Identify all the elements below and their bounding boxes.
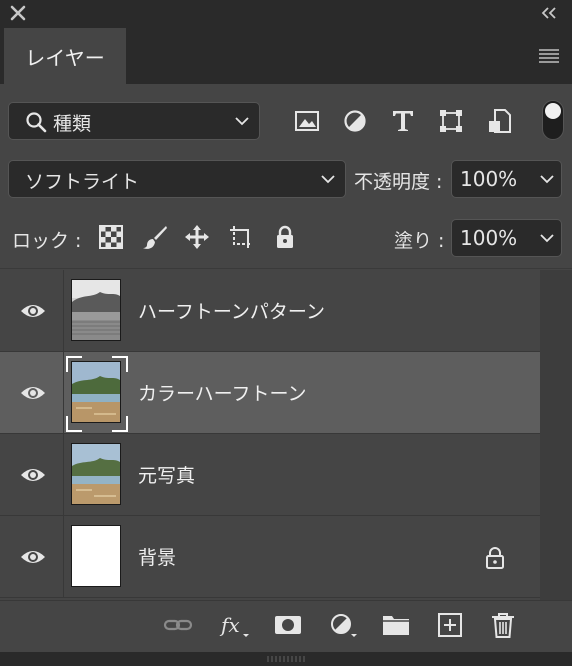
resize-grip-icon[interactable] [266, 655, 306, 663]
link-layers-icon[interactable] [163, 612, 193, 638]
layer-name[interactable]: カラーハーフトーン [138, 379, 307, 406]
filter-toggle-knob [545, 103, 561, 119]
panel-menu-icon[interactable] [538, 48, 560, 64]
group-folder-icon[interactable] [381, 612, 411, 638]
visibility-cell[interactable] [0, 352, 64, 433]
selection-corner [66, 416, 82, 432]
layer-name[interactable]: 背景 [138, 543, 176, 570]
layer-row[interactable]: 元写真 [0, 434, 540, 516]
eye-icon[interactable] [20, 465, 46, 485]
search-icon [26, 112, 47, 133]
chevron-down-icon [540, 175, 554, 184]
adjustment-layer-icon[interactable] [329, 612, 359, 638]
layer-row[interactable]: ハーフトーンパターン [0, 270, 540, 352]
filter-kind-select[interactable]: 種類 [8, 102, 260, 140]
adjustment-filter-icon[interactable] [342, 108, 368, 134]
visibility-cell[interactable] [0, 270, 64, 351]
visibility-cell[interactable] [0, 516, 64, 597]
lock-label: ロック : [12, 230, 82, 252]
layers-panel: レイヤー 種類 ソフトライト 不透明度: 100% ロック: 塗り: 10… [0, 0, 572, 666]
filter-kind-label: 種類 [53, 113, 92, 135]
blend-mode-label: ソフトライト [25, 171, 140, 193]
mask-icon[interactable] [273, 612, 303, 638]
layer-thumbnail [71, 525, 121, 587]
opacity-dropdown-button[interactable] [532, 160, 562, 198]
lock-all-icon[interactable] [272, 224, 298, 250]
layer-name[interactable]: 元写真 [138, 461, 195, 488]
lock-icon[interactable] [484, 546, 506, 570]
eye-icon[interactable] [20, 301, 46, 321]
selection-corner [112, 356, 128, 372]
lock-artboard-icon[interactable] [228, 224, 254, 250]
fill-label: 塗り : [394, 230, 445, 252]
chevron-down-icon [321, 175, 335, 184]
lock-position-move-icon[interactable] [184, 224, 210, 250]
visibility-cell[interactable] [0, 434, 64, 515]
layer-row-selected[interactable]: カラーハーフトーン [0, 352, 540, 434]
collapse-panel-icon[interactable] [540, 6, 558, 20]
trash-icon[interactable] [488, 612, 518, 638]
svg-text:fx: fx [219, 613, 240, 637]
image-filter-icon[interactable] [294, 108, 320, 134]
opacity-input[interactable]: 100% [451, 160, 533, 198]
chevron-down-icon [540, 234, 554, 243]
lock-transparent-pixels-icon[interactable] [98, 224, 124, 250]
tab-layers[interactable]: レイヤー [4, 28, 126, 84]
tab-layers-label: レイヤー [25, 45, 105, 70]
filter-toggle[interactable] [542, 100, 564, 140]
layer-name[interactable]: ハーフトーンパターン [138, 297, 325, 324]
fill-input[interactable]: 100% [451, 219, 533, 257]
panel-tabbar: レイヤー [0, 28, 572, 84]
chevron-down-icon [235, 117, 249, 126]
fx-icon[interactable]: fx [219, 612, 249, 638]
shape-filter-icon[interactable] [438, 108, 464, 134]
layers-scrollbar[interactable] [540, 270, 572, 600]
opacity-label: 不透明度 : [354, 171, 443, 193]
eye-icon[interactable] [20, 383, 46, 403]
eye-icon[interactable] [20, 547, 46, 567]
divider [0, 268, 572, 269]
panel-titlebar [0, 0, 572, 28]
fill-dropdown-button[interactable] [532, 219, 562, 257]
layer-thumbnail [71, 279, 121, 341]
smart-object-filter-icon[interactable] [486, 108, 512, 134]
layers-list: ハーフトーンパターン カラーハーフトーン 元写真 背景 [0, 270, 572, 600]
close-icon[interactable] [9, 4, 27, 22]
layer-thumbnail [71, 443, 121, 505]
lock-image-pixels-brush-icon[interactable] [142, 224, 168, 250]
layer-row[interactable]: 背景 [0, 516, 540, 598]
blend-mode-select[interactable]: ソフトライト [8, 160, 346, 198]
selection-corner [112, 416, 128, 432]
type-filter-icon[interactable] [390, 108, 416, 134]
new-layer-icon[interactable] [435, 612, 465, 638]
selection-corner [66, 356, 82, 372]
